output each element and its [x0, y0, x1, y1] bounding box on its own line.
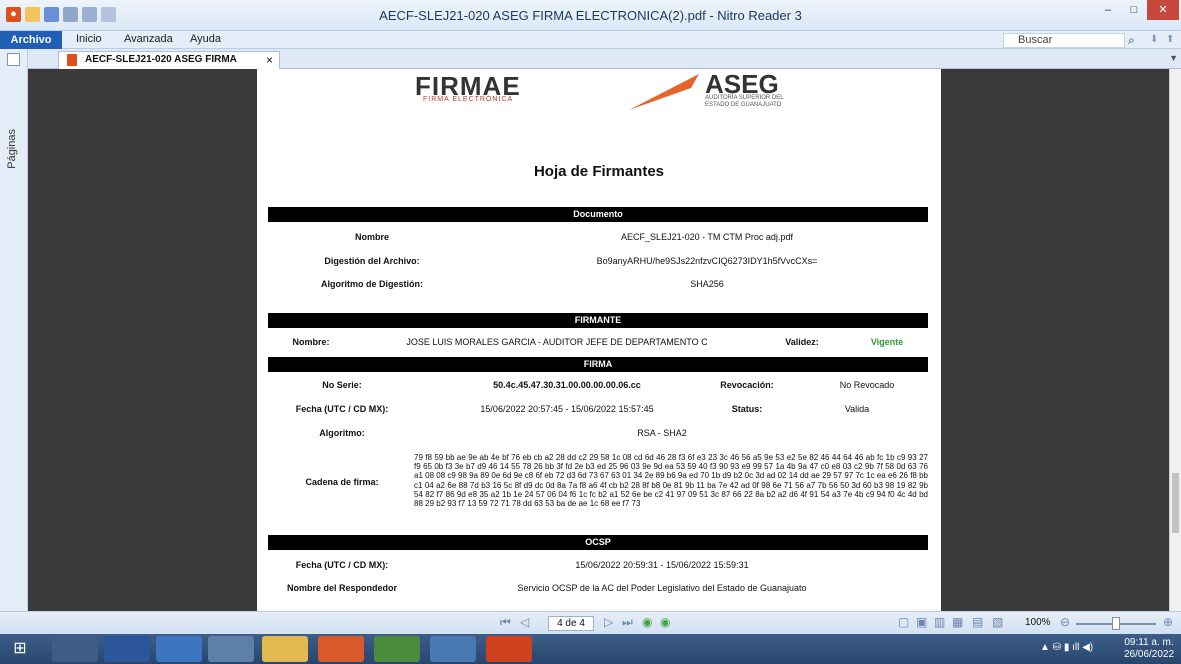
- algoritmo-digestion-label: Algoritmo de Digestión:: [321, 279, 423, 289]
- algoritmo-value: RSA - SHA2: [637, 428, 687, 438]
- vertical-scrollbar[interactable]: [1169, 69, 1181, 611]
- aseg-logo-mark: [629, 74, 699, 110]
- menu-archivo[interactable]: Archivo: [0, 31, 62, 49]
- pages-panel-icon[interactable]: [7, 53, 20, 66]
- ocsp-fecha-label: Fecha (UTC / CD MX):: [295, 560, 389, 570]
- status-value: Valida: [844, 404, 870, 414]
- maximize-button[interactable]: □: [1121, 0, 1147, 20]
- back-view-icon[interactable]: ◉: [642, 615, 652, 629]
- file-explorer-icon[interactable]: [262, 636, 308, 662]
- no-serie-label: No Serie:: [322, 380, 362, 390]
- ocsp-header: OCSP: [268, 535, 928, 550]
- zoom-out-icon[interactable]: ⊖: [1060, 615, 1070, 629]
- window-title: AECF-SLEJ21-020 ASEG FIRMA ELECTRONICA(2…: [379, 8, 802, 23]
- back-arrow-icon[interactable]: ⬇: [1150, 34, 1158, 45]
- respondedor-value: Servicio OCSP de la AC del Poder Legisla…: [517, 583, 807, 593]
- zoom-slider-thumb[interactable]: [1112, 617, 1120, 630]
- document-tab-bar: AECF-SLEJ21-020 ASEG FIRMA ELECTR... × ▼: [28, 49, 1181, 81]
- internet-explorer-icon[interactable]: [156, 636, 202, 662]
- continuous-view-icon[interactable]: ▣: [916, 615, 927, 629]
- scrollbar-thumb[interactable]: [1172, 473, 1179, 533]
- single-page-view-icon[interactable]: ▢: [898, 615, 909, 629]
- tab-list-chevron-icon[interactable]: ▼: [1169, 53, 1178, 63]
- actual-size-icon[interactable]: ▧: [992, 615, 1003, 629]
- nombre-label: Nombre: [354, 232, 389, 242]
- pdf-page: FIRMAE FIRMA ELECTRÓNICA ASEG AUDITORÍA …: [257, 69, 941, 611]
- left-panel-strip: Páginas: [0, 49, 28, 611]
- search-input[interactable]: Buscar: [1003, 33, 1125, 48]
- no-serie-value: 50.4c.45.47.30.31.00.00.00.00.06.cc: [493, 380, 641, 390]
- search-icon[interactable]: ⌕: [1128, 33, 1135, 48]
- respondedor-label: Nombre del Respondedor: [286, 583, 397, 593]
- close-button[interactable]: ✕: [1147, 0, 1179, 20]
- firmante-nombre-value: JOSE LUIS MORALES GARCIA - AUDITOR JEFE …: [406, 337, 708, 347]
- word-icon[interactable]: [104, 636, 150, 662]
- algoritmo-label: Algoritmo:: [319, 428, 365, 438]
- forward-view-icon[interactable]: ◉: [660, 615, 670, 629]
- taskbar-tool-icon[interactable]: [52, 636, 98, 662]
- digestion-value: Bo9anyARHU/he9SJs22nfzvCIQ6273IDY1h5fVvc…: [596, 256, 818, 266]
- validez-label: Validez:: [785, 337, 819, 347]
- next-page-icon[interactable]: ▷: [604, 615, 613, 629]
- aseg-logo-subtitle: AUDITORÍA SUPERIOR DEL ESTADO DE GUANAJUA…: [705, 95, 784, 108]
- cadena-label: Cadena de firma:: [305, 477, 379, 487]
- taskbar: ⊞ ▲ ⛁ ▮ ıll ◀) 09:11 a. m. 26/06/2022: [0, 634, 1181, 664]
- firmante-nombre-label: Nombre:: [292, 337, 330, 347]
- firmante-header: FIRMANTE: [268, 313, 928, 328]
- last-page-icon[interactable]: ⏭: [622, 615, 633, 630]
- fit-page-icon[interactable]: ▤: [972, 615, 983, 629]
- prev-page-icon[interactable]: ◁: [520, 615, 529, 629]
- title-bar: ● AECF-SLEJ21-020 ASEG FIRMA ELECTRONICA…: [0, 0, 1181, 31]
- paginas-tab[interactable]: Páginas: [6, 129, 18, 169]
- fit-width-icon[interactable]: ▦: [952, 615, 963, 629]
- nitro-taskbar-icon[interactable]: [486, 636, 532, 662]
- revocacion-label: Revocación:: [720, 380, 774, 390]
- algoritmo-digestion-value: SHA256: [690, 279, 724, 289]
- page-indicator[interactable]: 4 de 4: [548, 616, 594, 631]
- menu-inicio[interactable]: Inicio: [76, 33, 102, 45]
- ocsp-fecha-value: 15/06/2022 20:59:31 - 15/06/2022 15:59:3…: [575, 560, 749, 570]
- firma-header: FIRMA: [268, 357, 928, 372]
- calculator-icon[interactable]: [208, 636, 254, 662]
- pdf-file-icon: [67, 54, 77, 66]
- close-tab-icon[interactable]: ×: [266, 52, 273, 68]
- revocacion-value: No Revocado: [839, 380, 895, 390]
- clock[interactable]: 09:11 a. m. 26/06/2022: [1124, 637, 1174, 661]
- cadena-value: 79 f8 59 bb ae 9e ab 4e bf 76 eb cb a2 2…: [414, 453, 928, 509]
- menu-avanzada[interactable]: Avanzada: [124, 33, 173, 45]
- facing-view-icon[interactable]: ▥: [934, 615, 945, 629]
- document-tab[interactable]: AECF-SLEJ21-020 ASEG FIRMA ELECTR... ×: [58, 51, 280, 81]
- firma-fecha-label: Fecha (UTC / CD MX):: [295, 404, 389, 414]
- document-viewer[interactable]: FIRMAE FIRMA ELECTRÓNICA ASEG AUDITORÍA …: [28, 69, 1169, 611]
- validez-value: Vigente: [870, 337, 904, 347]
- status-bar: ⏮ ◁ 4 de 4 ▷ ⏭ ◉ ◉ ▢ ▣ ▥ ▦ ▤ ▧ 100% ⊖ ⊕: [0, 611, 1181, 634]
- menu-ayuda[interactable]: Ayuda: [190, 33, 221, 45]
- chrome-icon[interactable]: [374, 636, 420, 662]
- tray-icons[interactable]: ▲ ⛁ ▮ ıll ◀): [1040, 642, 1093, 653]
- start-button[interactable]: ⊞: [6, 636, 34, 662]
- status-label: Status:: [731, 404, 763, 414]
- app-icon[interactable]: [430, 636, 476, 662]
- zoom-level: 100%: [1025, 617, 1051, 628]
- page-title: Hoja de Firmantes: [533, 163, 665, 180]
- firma-fecha-value: 15/06/2022 20:57:45 - 15/06/2022 15:57:4…: [480, 404, 654, 414]
- nombre-value: AECF_SLEJ21-020 - TM CTM Proc adj.pdf: [621, 232, 793, 242]
- firmae-logo-subtitle: FIRMA ELECTRÓNICA: [423, 96, 514, 103]
- minimize-button[interactable]: –: [1095, 0, 1121, 20]
- first-page-icon[interactable]: ⏮: [500, 615, 511, 630]
- forward-arrow-icon[interactable]: ⬆: [1166, 34, 1174, 45]
- zoom-in-icon[interactable]: ⊕: [1163, 615, 1173, 629]
- firefox-icon[interactable]: [318, 636, 364, 662]
- documento-header: Documento: [268, 207, 928, 222]
- menu-bar: Archivo Inicio Avanzada Ayuda Buscar ⌕ ⬇…: [0, 31, 1181, 49]
- digestion-label: Digestión del Archivo:: [324, 256, 420, 266]
